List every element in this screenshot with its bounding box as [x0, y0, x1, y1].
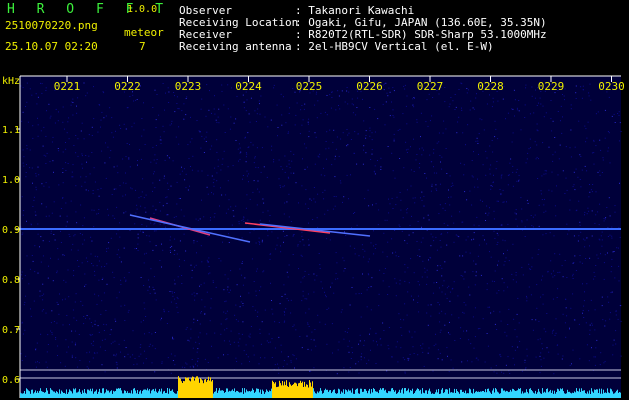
yaxis-unit: kHz	[2, 76, 20, 87]
antenna-row: Receiving antenna: 2el-HB9CV Vertical (e…	[179, 40, 494, 53]
time-tick-label: 0230	[598, 80, 625, 93]
time-tick-label: 0227	[417, 80, 444, 93]
freq-tick-label: 0.6	[2, 375, 20, 386]
app-version: 1.0.0	[127, 4, 158, 15]
time-tick-label: 0225	[296, 80, 323, 93]
time-tick-label: 0228	[477, 80, 504, 93]
file-datetime: 25.10.07 02:20	[5, 40, 98, 53]
freq-tick-label: 1.0	[2, 175, 20, 186]
spectrogram-plot: 0221 0222 0223 0224 0225 0226 0227 0228 0229 0230…	[2, 75, 625, 398]
freq-tick-label: 0.7	[2, 325, 20, 336]
detection-count: 7	[139, 40, 146, 53]
detection-label: meteor	[124, 26, 164, 39]
time-tick-label: 0224	[235, 80, 262, 93]
freq-tick-label: 0.8	[2, 275, 20, 286]
spectrogram-background	[20, 76, 621, 398]
antenna-value: : 2el-HB9CV Vertical (el. E-W)	[295, 40, 494, 53]
file-name: 2510070220.png	[5, 19, 98, 32]
time-tick-label: 0221	[54, 80, 81, 93]
time-tick-label: 0223	[175, 80, 202, 93]
antenna-key: Receiving antenna	[179, 40, 292, 53]
freq-tick-label: 1.1	[2, 125, 20, 136]
freq-tick-label: 0.9	[2, 225, 20, 236]
time-tick-label: 0222	[114, 80, 141, 93]
time-tick-label: 0229	[538, 80, 565, 93]
time-tick-label: 0226	[356, 80, 383, 93]
